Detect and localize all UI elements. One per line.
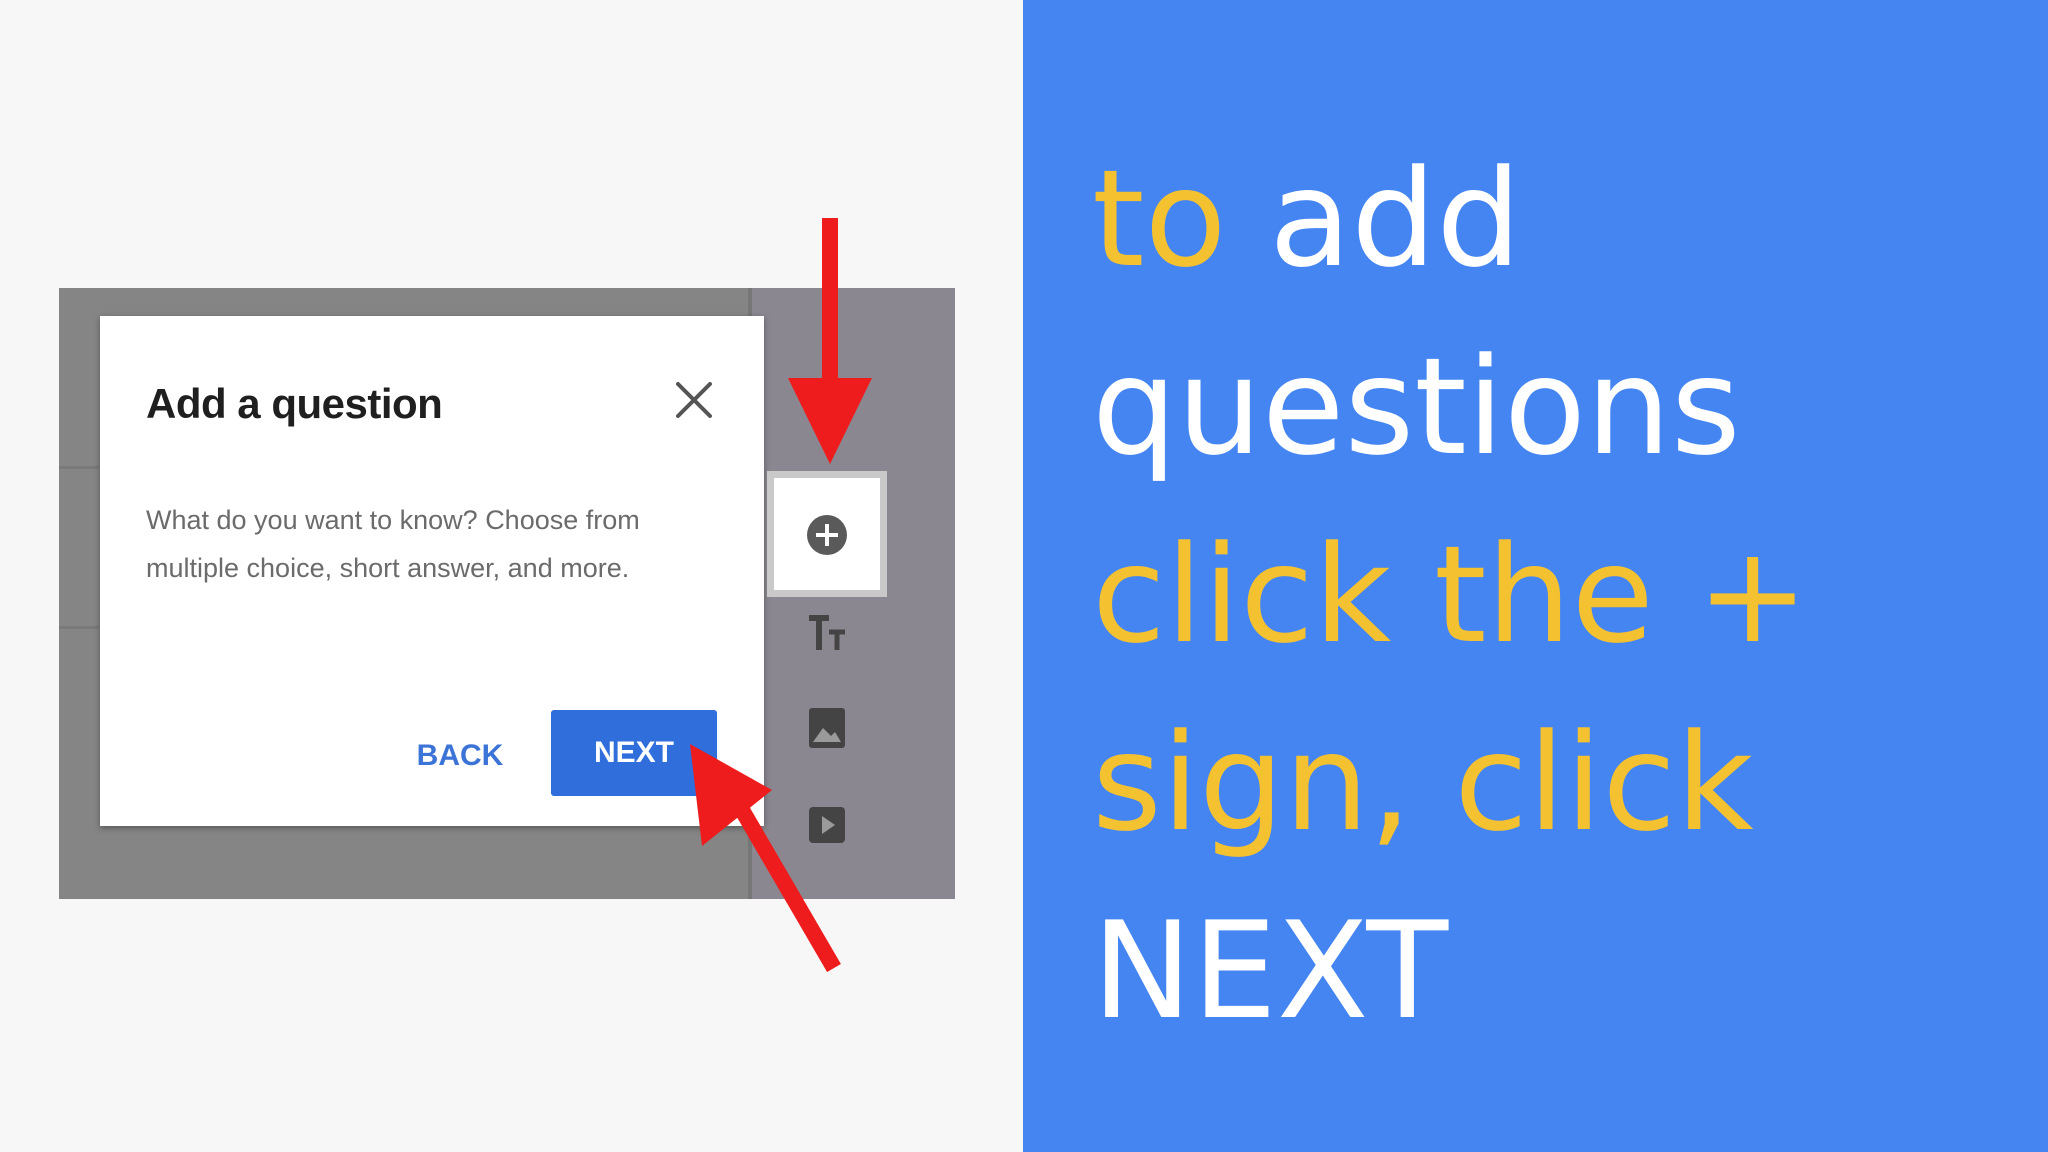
down-arrow-icon bbox=[788, 218, 872, 464]
back-button[interactable]: BACK bbox=[400, 726, 520, 786]
add-question-button[interactable] bbox=[797, 505, 857, 565]
add-title-button[interactable] bbox=[797, 604, 857, 664]
add-question-dialog: Add a question What do you want to know?… bbox=[100, 316, 764, 826]
diagonal-arrow-icon bbox=[690, 744, 841, 972]
left-panel: Add a question What do you want to know?… bbox=[0, 0, 1023, 1152]
caption-line-5: NEXT bbox=[1092, 893, 1449, 1049]
dialog-title: Add a question bbox=[146, 380, 443, 427]
caption-line-3: click the + bbox=[1092, 517, 1809, 673]
screenshot-rule bbox=[59, 466, 99, 469]
caption-line-1: to add bbox=[1092, 141, 1522, 297]
caption-line-2: questions bbox=[1092, 329, 1741, 485]
screenshot-rule bbox=[59, 626, 99, 629]
dialog-description: What do you want to know? Choose from mu… bbox=[146, 505, 640, 583]
close-button[interactable] bbox=[672, 378, 716, 422]
instruction-caption: to add questions click the + sign, click… bbox=[1092, 125, 1992, 1065]
close-icon bbox=[676, 382, 712, 418]
caption-line-4: sign, click bbox=[1092, 705, 1754, 861]
title-text-icon bbox=[809, 615, 845, 650]
add-question-icon bbox=[807, 515, 847, 555]
